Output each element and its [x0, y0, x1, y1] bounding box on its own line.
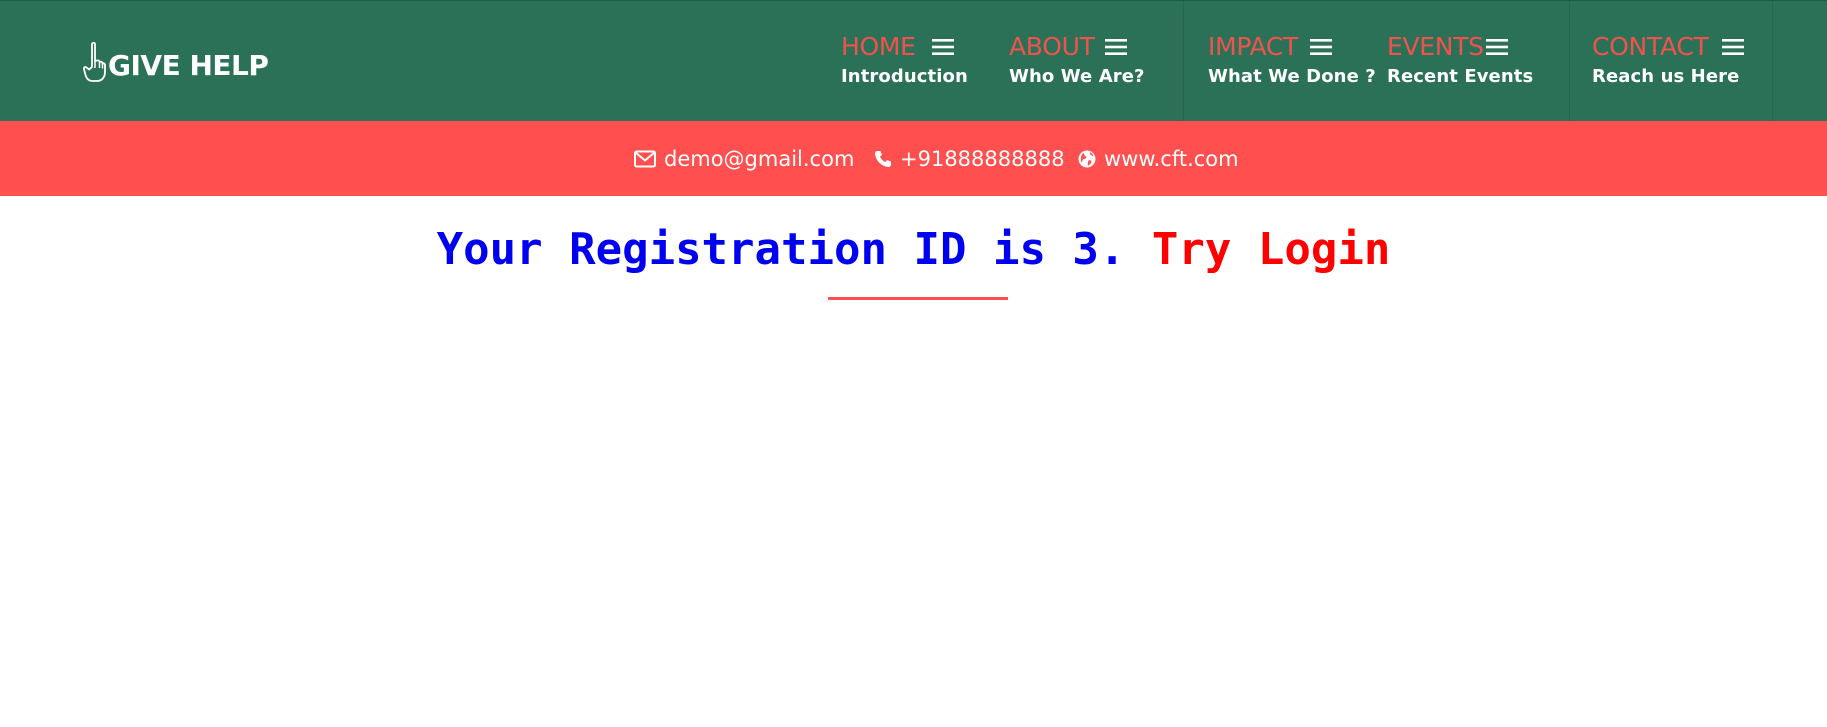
menu-icon — [1485, 39, 1508, 55]
registration-message: Your Registration ID is 3. Try Login — [0, 222, 1827, 278]
contact-email[interactable]: demo@gmail.com — [634, 121, 854, 196]
contact-phone-text: +91888888888 — [900, 146, 1065, 171]
nav-events-subtitle: Recent Events — [1387, 66, 1534, 87]
contact-website[interactable]: www.cft.com — [1078, 121, 1239, 196]
nav-impact-title: IMPACT — [1208, 32, 1299, 61]
envelope-icon — [634, 150, 656, 167]
nav-about-subtitle: Who We Are? — [1009, 66, 1145, 87]
brand-name: GIVE HELP — [108, 49, 269, 82]
nav-item-impact[interactable]: IMPACT What We Done ? — [1183, 1, 1387, 122]
nav-home-title: HOME — [841, 32, 916, 61]
contact-email-text: demo@gmail.com — [664, 146, 855, 171]
globe-icon — [1078, 150, 1096, 167]
contact-website-text: www.cft.com — [1104, 146, 1239, 171]
menu-icon — [931, 39, 954, 55]
nav-events-title: EVENTS — [1387, 32, 1484, 61]
pointing-hand-icon — [83, 41, 106, 82]
phone-icon — [875, 150, 891, 167]
registration-id-text: Your Registration ID is 3. — [436, 224, 1126, 275]
menu-icon — [1722, 39, 1745, 55]
nav-impact-subtitle: What We Done ? — [1208, 66, 1376, 87]
nav-contact-title: CONTACT — [1592, 32, 1709, 61]
nav-item-home[interactable]: HOME Introduction — [841, 1, 1009, 122]
site-header: GIVE HELP HOME Introduction ABOUT Who We… — [0, 0, 1827, 122]
brand-logo[interactable]: GIVE HELP — [82, 41, 269, 85]
contact-phone[interactable]: +91888888888 — [874, 121, 1065, 196]
try-login-link[interactable]: Try Login — [1152, 224, 1390, 275]
nav-home-subtitle: Introduction — [841, 66, 968, 87]
main-nav: HOME Introduction ABOUT Who We Are? IMPA… — [841, 1, 1827, 122]
heading-underline — [828, 297, 1008, 300]
nav-item-events[interactable]: EVENTS Recent Events — [1387, 1, 1569, 122]
nav-item-contact[interactable]: CONTACT Reach us Here — [1569, 1, 1773, 122]
menu-icon — [1104, 39, 1127, 55]
nav-item-about[interactable]: ABOUT Who We Are? — [1009, 1, 1183, 122]
nav-contact-subtitle: Reach us Here — [1592, 66, 1740, 87]
menu-icon — [1310, 39, 1333, 55]
nav-about-title: ABOUT — [1009, 32, 1095, 61]
contact-bar: demo@gmail.com +91888888888 www.cft.com — [0, 121, 1827, 196]
